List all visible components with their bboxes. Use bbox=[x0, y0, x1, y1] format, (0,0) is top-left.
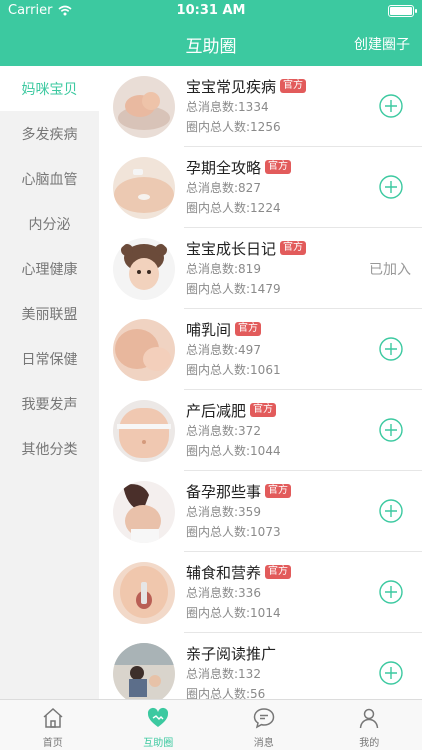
circle-avatar bbox=[113, 481, 175, 543]
category-mental-health[interactable]: 心理健康 bbox=[0, 246, 99, 291]
circle-title: 亲子阅读推广 bbox=[186, 644, 277, 663]
circle-avatar bbox=[113, 400, 175, 462]
category-cardio[interactable]: 心脑血管 bbox=[0, 156, 99, 201]
member-count: 圈内总人数:1256 bbox=[186, 120, 281, 134]
member-count: 圈内总人数:1073 bbox=[186, 525, 281, 539]
list-item[interactable]: 辅食和营养 官方 总消息数:336 圈内总人数:1014 bbox=[99, 552, 422, 633]
circle-title: 宝宝成长日记 bbox=[186, 239, 277, 258]
official-badge: 官方 bbox=[265, 160, 292, 174]
member-count: 圈内总人数:1479 bbox=[186, 282, 281, 296]
member-count: 圈内总人数:1224 bbox=[186, 201, 281, 215]
join-plus-icon[interactable] bbox=[379, 418, 403, 442]
category-common-diseases[interactable]: 多发疾病 bbox=[0, 111, 99, 156]
tab-label: 互助圈 bbox=[143, 738, 174, 749]
circle-avatar bbox=[113, 319, 175, 381]
tab-home[interactable]: 首页 bbox=[0, 700, 106, 750]
message-count: 总消息数:1334 bbox=[186, 100, 269, 114]
member-count: 圈内总人数:1014 bbox=[186, 606, 281, 620]
circle-title: 孕期全攻略 bbox=[186, 158, 262, 177]
official-badge: 官方 bbox=[280, 79, 307, 93]
home-icon bbox=[43, 707, 63, 728]
circle-title: 产后减肥 bbox=[186, 401, 247, 420]
list-item[interactable]: 亲子阅读推广 总消息数:132 圈内总人数:56 bbox=[99, 633, 422, 699]
join-plus-icon[interactable] bbox=[379, 499, 403, 523]
circle-avatar bbox=[113, 238, 175, 300]
list-item[interactable]: 宝宝常见疾病 官方 总消息数:1334 圈内总人数:1256 bbox=[99, 66, 422, 147]
member-count: 圈内总人数:1044 bbox=[186, 444, 281, 458]
battery-icon bbox=[388, 5, 417, 17]
circle-title: 备孕那些事 bbox=[186, 482, 262, 501]
join-plus-icon[interactable] bbox=[379, 661, 403, 685]
circle-title: 宝宝常见疾病 bbox=[186, 77, 277, 96]
circle-list: 宝宝常见疾病 官方 总消息数:1334 圈内总人数:1256 孕期全攻略 官方 bbox=[99, 66, 422, 699]
category-mommy-baby[interactable]: 妈咪宝贝 bbox=[0, 66, 99, 111]
category-speak-up[interactable]: 我要发声 bbox=[0, 381, 99, 426]
category-daily-care[interactable]: 日常保健 bbox=[0, 336, 99, 381]
official-badge: 官方 bbox=[265, 484, 292, 498]
message-count: 总消息数:359 bbox=[186, 505, 261, 519]
status-bar: Carrier 10:31 AM bbox=[0, 0, 422, 22]
category-endocrine[interactable]: 内分泌 bbox=[0, 201, 99, 246]
tab-messages[interactable]: 消息 bbox=[211, 700, 317, 750]
message-count: 总消息数:819 bbox=[186, 262, 261, 276]
category-sidebar: 妈咪宝贝 多发疾病 心脑血管 内分泌 心理健康 美丽联盟 日常保健 我要发声 其… bbox=[0, 66, 99, 699]
list-item[interactable]: 孕期全攻略 官方 总消息数:827 圈内总人数:1224 bbox=[99, 147, 422, 228]
tab-bar: 首页 互助圈 消息 我的 bbox=[0, 699, 422, 750]
circle-avatar bbox=[113, 157, 175, 219]
tab-label: 首页 bbox=[42, 738, 63, 749]
create-circle-button[interactable]: 创建圈子 bbox=[354, 34, 410, 54]
joined-label: 已加入 bbox=[369, 262, 411, 278]
join-plus-icon[interactable] bbox=[379, 580, 403, 604]
handshake-heart-icon bbox=[148, 707, 169, 727]
message-count: 总消息数:827 bbox=[186, 181, 261, 195]
circle-avatar bbox=[113, 562, 175, 624]
tab-label: 消息 bbox=[253, 738, 274, 749]
official-badge: 官方 bbox=[250, 403, 277, 417]
member-count: 圈内总人数:1061 bbox=[186, 363, 281, 377]
official-badge: 官方 bbox=[235, 322, 262, 336]
list-item[interactable]: 宝宝成长日记 官方 总消息数:819 圈内总人数:1479 已加入 bbox=[99, 228, 422, 309]
tab-circles[interactable]: 互助圈 bbox=[106, 700, 212, 750]
category-beauty[interactable]: 美丽联盟 bbox=[0, 291, 99, 336]
message-count: 总消息数:497 bbox=[186, 343, 261, 357]
message-count: 总消息数:132 bbox=[186, 667, 261, 681]
member-count: 圈内总人数:56 bbox=[186, 687, 266, 699]
list-item[interactable]: 产后减肥 官方 总消息数:372 圈内总人数:1044 bbox=[99, 390, 422, 471]
official-badge: 官方 bbox=[280, 241, 307, 255]
top-bar: Carrier 10:31 AM 互助圈 创建圈子 bbox=[0, 0, 422, 66]
tab-profile[interactable]: 我的 bbox=[317, 700, 422, 750]
join-plus-icon[interactable] bbox=[379, 94, 403, 118]
category-other[interactable]: 其他分类 bbox=[0, 426, 99, 471]
clock: 10:31 AM bbox=[176, 3, 246, 18]
message-count: 总消息数:336 bbox=[186, 586, 261, 600]
list-item[interactable]: 备孕那些事 官方 总消息数:359 圈内总人数:1073 bbox=[99, 471, 422, 552]
circle-avatar bbox=[113, 76, 175, 138]
join-plus-icon[interactable] bbox=[379, 175, 403, 199]
message-count: 总消息数:372 bbox=[186, 424, 261, 438]
official-badge: 官方 bbox=[265, 565, 292, 579]
person-icon bbox=[360, 708, 379, 729]
circle-title: 哺乳间 bbox=[186, 320, 232, 339]
list-item[interactable]: 哺乳间 官方 总消息数:497 圈内总人数:1061 bbox=[99, 309, 422, 390]
chat-bubble-icon bbox=[253, 708, 275, 729]
join-plus-icon[interactable] bbox=[379, 337, 403, 361]
circle-title: 辅食和营养 bbox=[186, 563, 262, 582]
tab-label: 我的 bbox=[359, 738, 380, 749]
circle-avatar bbox=[113, 643, 175, 699]
